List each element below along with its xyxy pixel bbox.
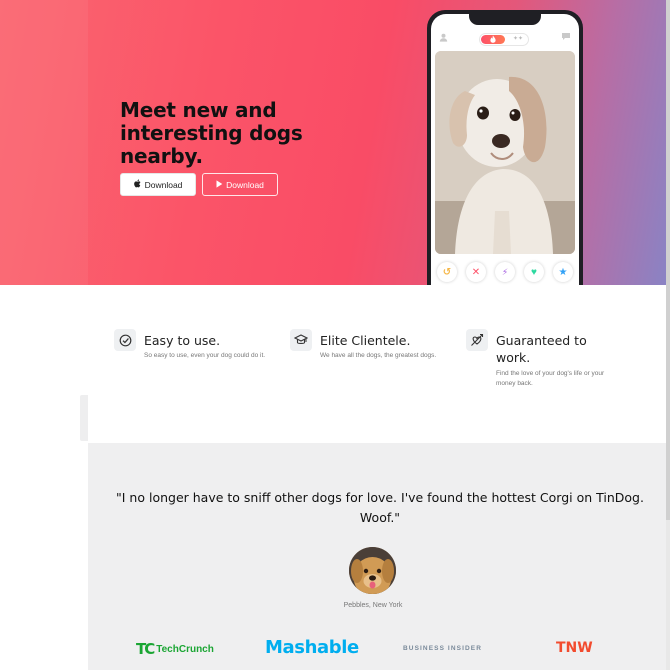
techcrunch-mark: TC xyxy=(136,640,155,658)
side-tab xyxy=(80,395,88,441)
boost-icon[interactable]: ⚡ xyxy=(495,262,515,282)
play-store-icon xyxy=(216,179,223,190)
dog-avatar-photo xyxy=(349,547,396,594)
undo-icon[interactable]: ↺ xyxy=(437,262,457,282)
dog-photo-card[interactable] xyxy=(435,51,575,254)
feature-title: Elite Clientele. xyxy=(320,333,411,348)
phone-notch xyxy=(469,14,541,25)
feature-description: Find the love of your dog's life or your… xyxy=(496,370,605,387)
phone-mockup: ✦✦ ↺ ✕ ⚡ ♥ ★ xyxy=(427,10,583,310)
check-circle-icon xyxy=(114,329,136,351)
tnw-wordmark: TNW xyxy=(556,640,593,656)
chat-icon[interactable] xyxy=(561,32,571,44)
sparkle-toggle-icon: ✦✦ xyxy=(512,36,523,42)
feature-title: Easy to use. xyxy=(144,333,221,348)
apple-download-button[interactable]: Download xyxy=(120,173,196,196)
dog-photo xyxy=(435,51,575,254)
feature-description: So easy to use, even your dog could do i… xyxy=(144,352,266,359)
graduation-cap-icon xyxy=(290,329,312,351)
heart-arrow-icon xyxy=(466,329,488,351)
scrollbar-thumb[interactable] xyxy=(666,0,670,520)
app-top-bar: ✦✦ xyxy=(431,30,579,50)
testimonial-quote: "I no longer have to sniff other dogs fo… xyxy=(116,490,644,525)
feature-title: Guaranteed to work. xyxy=(496,333,587,365)
techcrunch-wordmark: TechCrunch xyxy=(156,643,214,655)
play-download-label: Download xyxy=(226,179,264,190)
phone-screen: ✦✦ ↺ ✕ ⚡ ♥ ★ xyxy=(431,14,579,306)
testimonial-author: Pebbles, New York xyxy=(343,602,403,609)
avatar xyxy=(349,547,396,594)
nope-icon[interactable]: ✕ xyxy=(466,262,486,282)
mode-toggle[interactable]: ✦✦ xyxy=(479,33,529,46)
business-insider-logo[interactable]: BUSINESS INSIDER xyxy=(403,645,482,652)
feature-description: We have all the dogs, the greatest dogs. xyxy=(320,352,437,359)
hero-title: Meet new and interesting dogs nearby. xyxy=(120,98,303,168)
swipe-action-bar: ↺ ✕ ⚡ ♥ ★ xyxy=(437,262,573,284)
apple-download-label: Download xyxy=(144,179,183,190)
hero-left-panel xyxy=(0,0,88,285)
apple-icon xyxy=(133,179,142,190)
superlike-icon[interactable]: ★ xyxy=(553,262,573,282)
profile-icon[interactable] xyxy=(439,33,448,44)
techcrunch-logo[interactable]: TC TechCrunch xyxy=(136,640,214,658)
tnw-logo[interactable]: TNW xyxy=(556,640,593,656)
left-gutter xyxy=(0,285,88,443)
google-play-download-button[interactable]: Download xyxy=(202,173,278,196)
like-icon[interactable]: ♥ xyxy=(524,262,544,282)
mashable-logo[interactable]: Mashable xyxy=(265,637,359,658)
flame-icon xyxy=(481,35,505,44)
